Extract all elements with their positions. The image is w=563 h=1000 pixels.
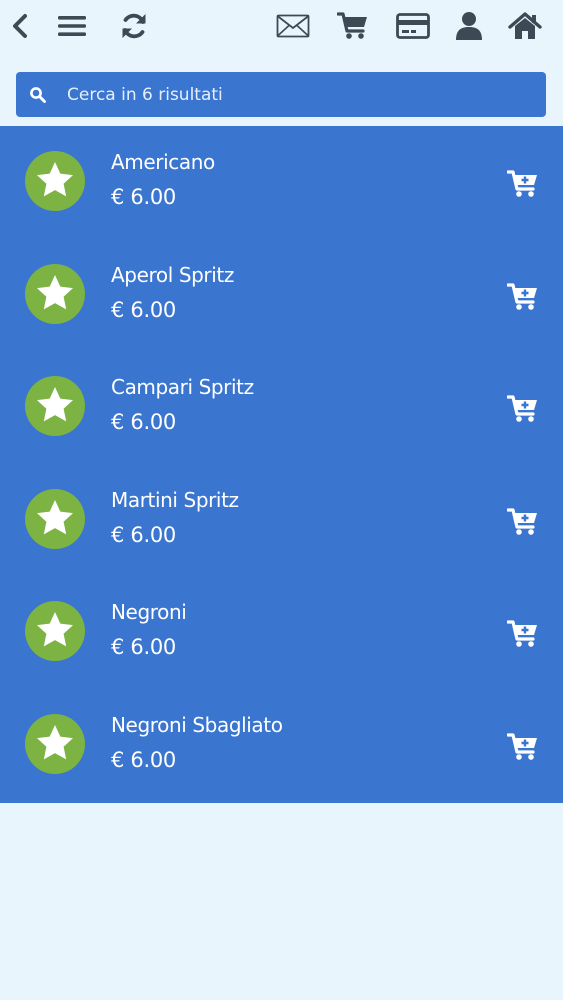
- product-price: € 6.00: [111, 747, 176, 772]
- search-icon: [29, 86, 47, 104]
- refresh-button[interactable]: [114, 6, 154, 46]
- cart-plus-icon: [507, 395, 537, 422]
- search-bar[interactable]: [16, 72, 546, 117]
- credit-card-icon: [396, 13, 430, 39]
- product-price: € 6.00: [111, 635, 176, 659]
- product-row[interactable]: Negroni Sbagliato € 6.00: [0, 689, 563, 802]
- product-row[interactable]: Negroni € 6.00: [0, 576, 563, 689]
- product-price: € 6.00: [111, 297, 176, 322]
- add-to-cart-button[interactable]: [503, 391, 543, 427]
- credit-card-button[interactable]: [393, 6, 433, 46]
- mail-button[interactable]: [273, 6, 313, 46]
- search-input[interactable]: [67, 72, 546, 117]
- product-name: Campari Spritz: [111, 375, 254, 399]
- mail-icon: [276, 14, 310, 38]
- star-avatar-icon: [25, 376, 85, 436]
- product-name: Negroni: [111, 600, 187, 624]
- star-avatar-icon: [25, 151, 85, 211]
- cart-plus-icon: [507, 732, 537, 760]
- product-price: € 6.00: [111, 410, 176, 434]
- cart-plus-icon: [507, 507, 537, 535]
- product-row[interactable]: Martini Spritz € 6.00: [0, 464, 563, 577]
- product-list: Americano € 6.00 Aperol Spritz € 6.00 Ca…: [0, 126, 563, 803]
- cart-icon: [337, 12, 367, 39]
- add-to-cart-button[interactable]: [503, 166, 543, 202]
- star-avatar-icon: [25, 263, 85, 324]
- star-avatar-icon: [25, 488, 85, 549]
- product-price: € 6.00: [111, 185, 176, 209]
- star-avatar-icon: [25, 713, 85, 774]
- user-button[interactable]: [449, 6, 489, 46]
- top-toolbar: [0, 0, 563, 56]
- add-to-cart-button[interactable]: [503, 616, 543, 652]
- back-chevron-icon: [13, 14, 27, 38]
- back-button[interactable]: [0, 6, 40, 46]
- product-row[interactable]: Campari Spritz € 6.00: [0, 351, 563, 464]
- product-name: Martini Spritz: [111, 487, 239, 512]
- cart-plus-icon: [507, 282, 537, 310]
- product-row[interactable]: Americano € 6.00: [0, 126, 563, 239]
- product-name: Aperol Spritz: [111, 262, 234, 287]
- menu-button[interactable]: [52, 6, 92, 46]
- add-to-cart-button[interactable]: [503, 279, 543, 315]
- home-icon: [508, 12, 542, 39]
- cart-button[interactable]: [333, 6, 373, 46]
- add-to-cart-button[interactable]: [503, 504, 543, 540]
- home-button[interactable]: [505, 6, 545, 46]
- cart-plus-icon: [507, 170, 537, 197]
- product-name: Americano: [111, 150, 215, 174]
- star-avatar-icon: [25, 601, 85, 661]
- product-price: € 6.00: [111, 522, 176, 547]
- product-name: Negroni Sbagliato: [111, 712, 283, 737]
- product-row[interactable]: Aperol Spritz € 6.00: [0, 239, 563, 352]
- user-icon: [456, 12, 482, 40]
- cart-plus-icon: [507, 620, 537, 647]
- menu-icon: [58, 16, 86, 36]
- add-to-cart-button[interactable]: [503, 729, 543, 765]
- refresh-icon: [122, 13, 146, 39]
